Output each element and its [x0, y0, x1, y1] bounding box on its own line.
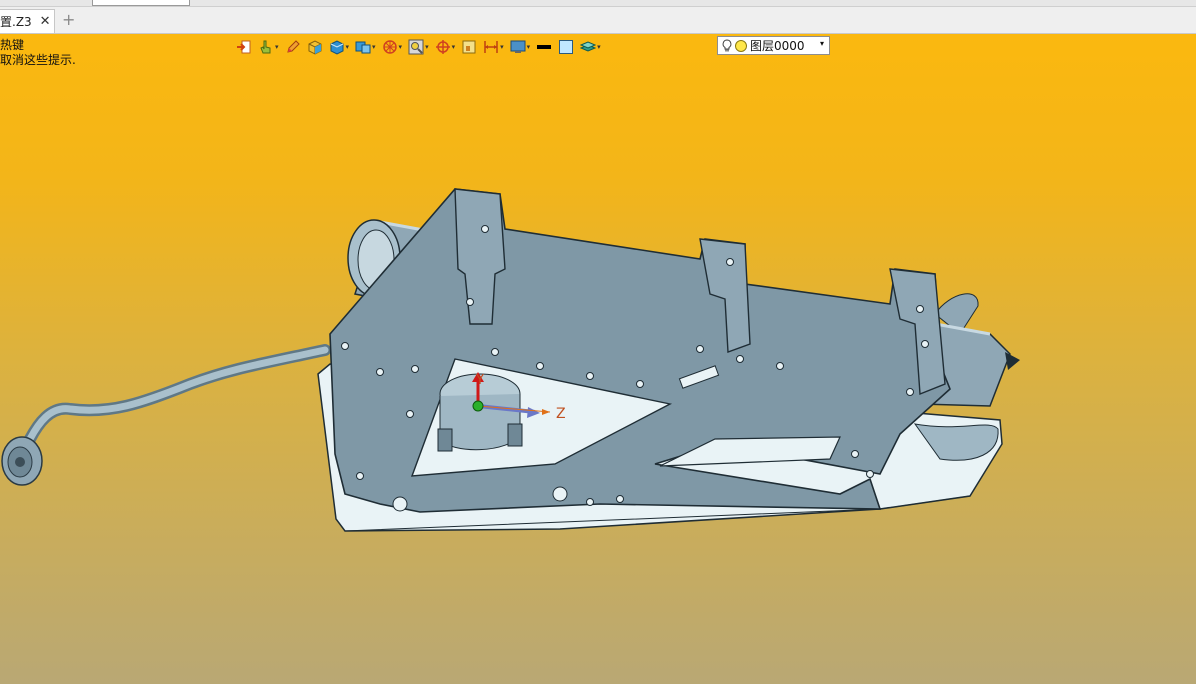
cad-model[interactable]: Y Z — [0, 34, 1196, 684]
triad-z-label: Z — [556, 406, 566, 422]
3d-viewport[interactable]: 热键 取消这些提示. ▾ ▾ ▾ ▾ ▾ ▾ ▾ ▾ ▾ 图层0000 ▾ Y … — [0, 34, 1196, 684]
triad-y-label: Y — [475, 373, 484, 388]
close-icon[interactable]: ✕ — [40, 15, 51, 28]
top-quick-access-strip — [0, 0, 1196, 7]
cable-connector[interactable] — [1, 436, 43, 486]
add-tab-icon[interactable]: + — [62, 12, 75, 28]
power-cable[interactable] — [24, 344, 331, 445]
document-tab[interactable]: 置.Z3 ✕ — [0, 9, 55, 33]
filter-combo-stub[interactable] — [92, 0, 190, 6]
document-tab-title: 置.Z3 — [0, 15, 32, 29]
document-tab-bar: 置.Z3 ✕ + — [0, 7, 1196, 34]
